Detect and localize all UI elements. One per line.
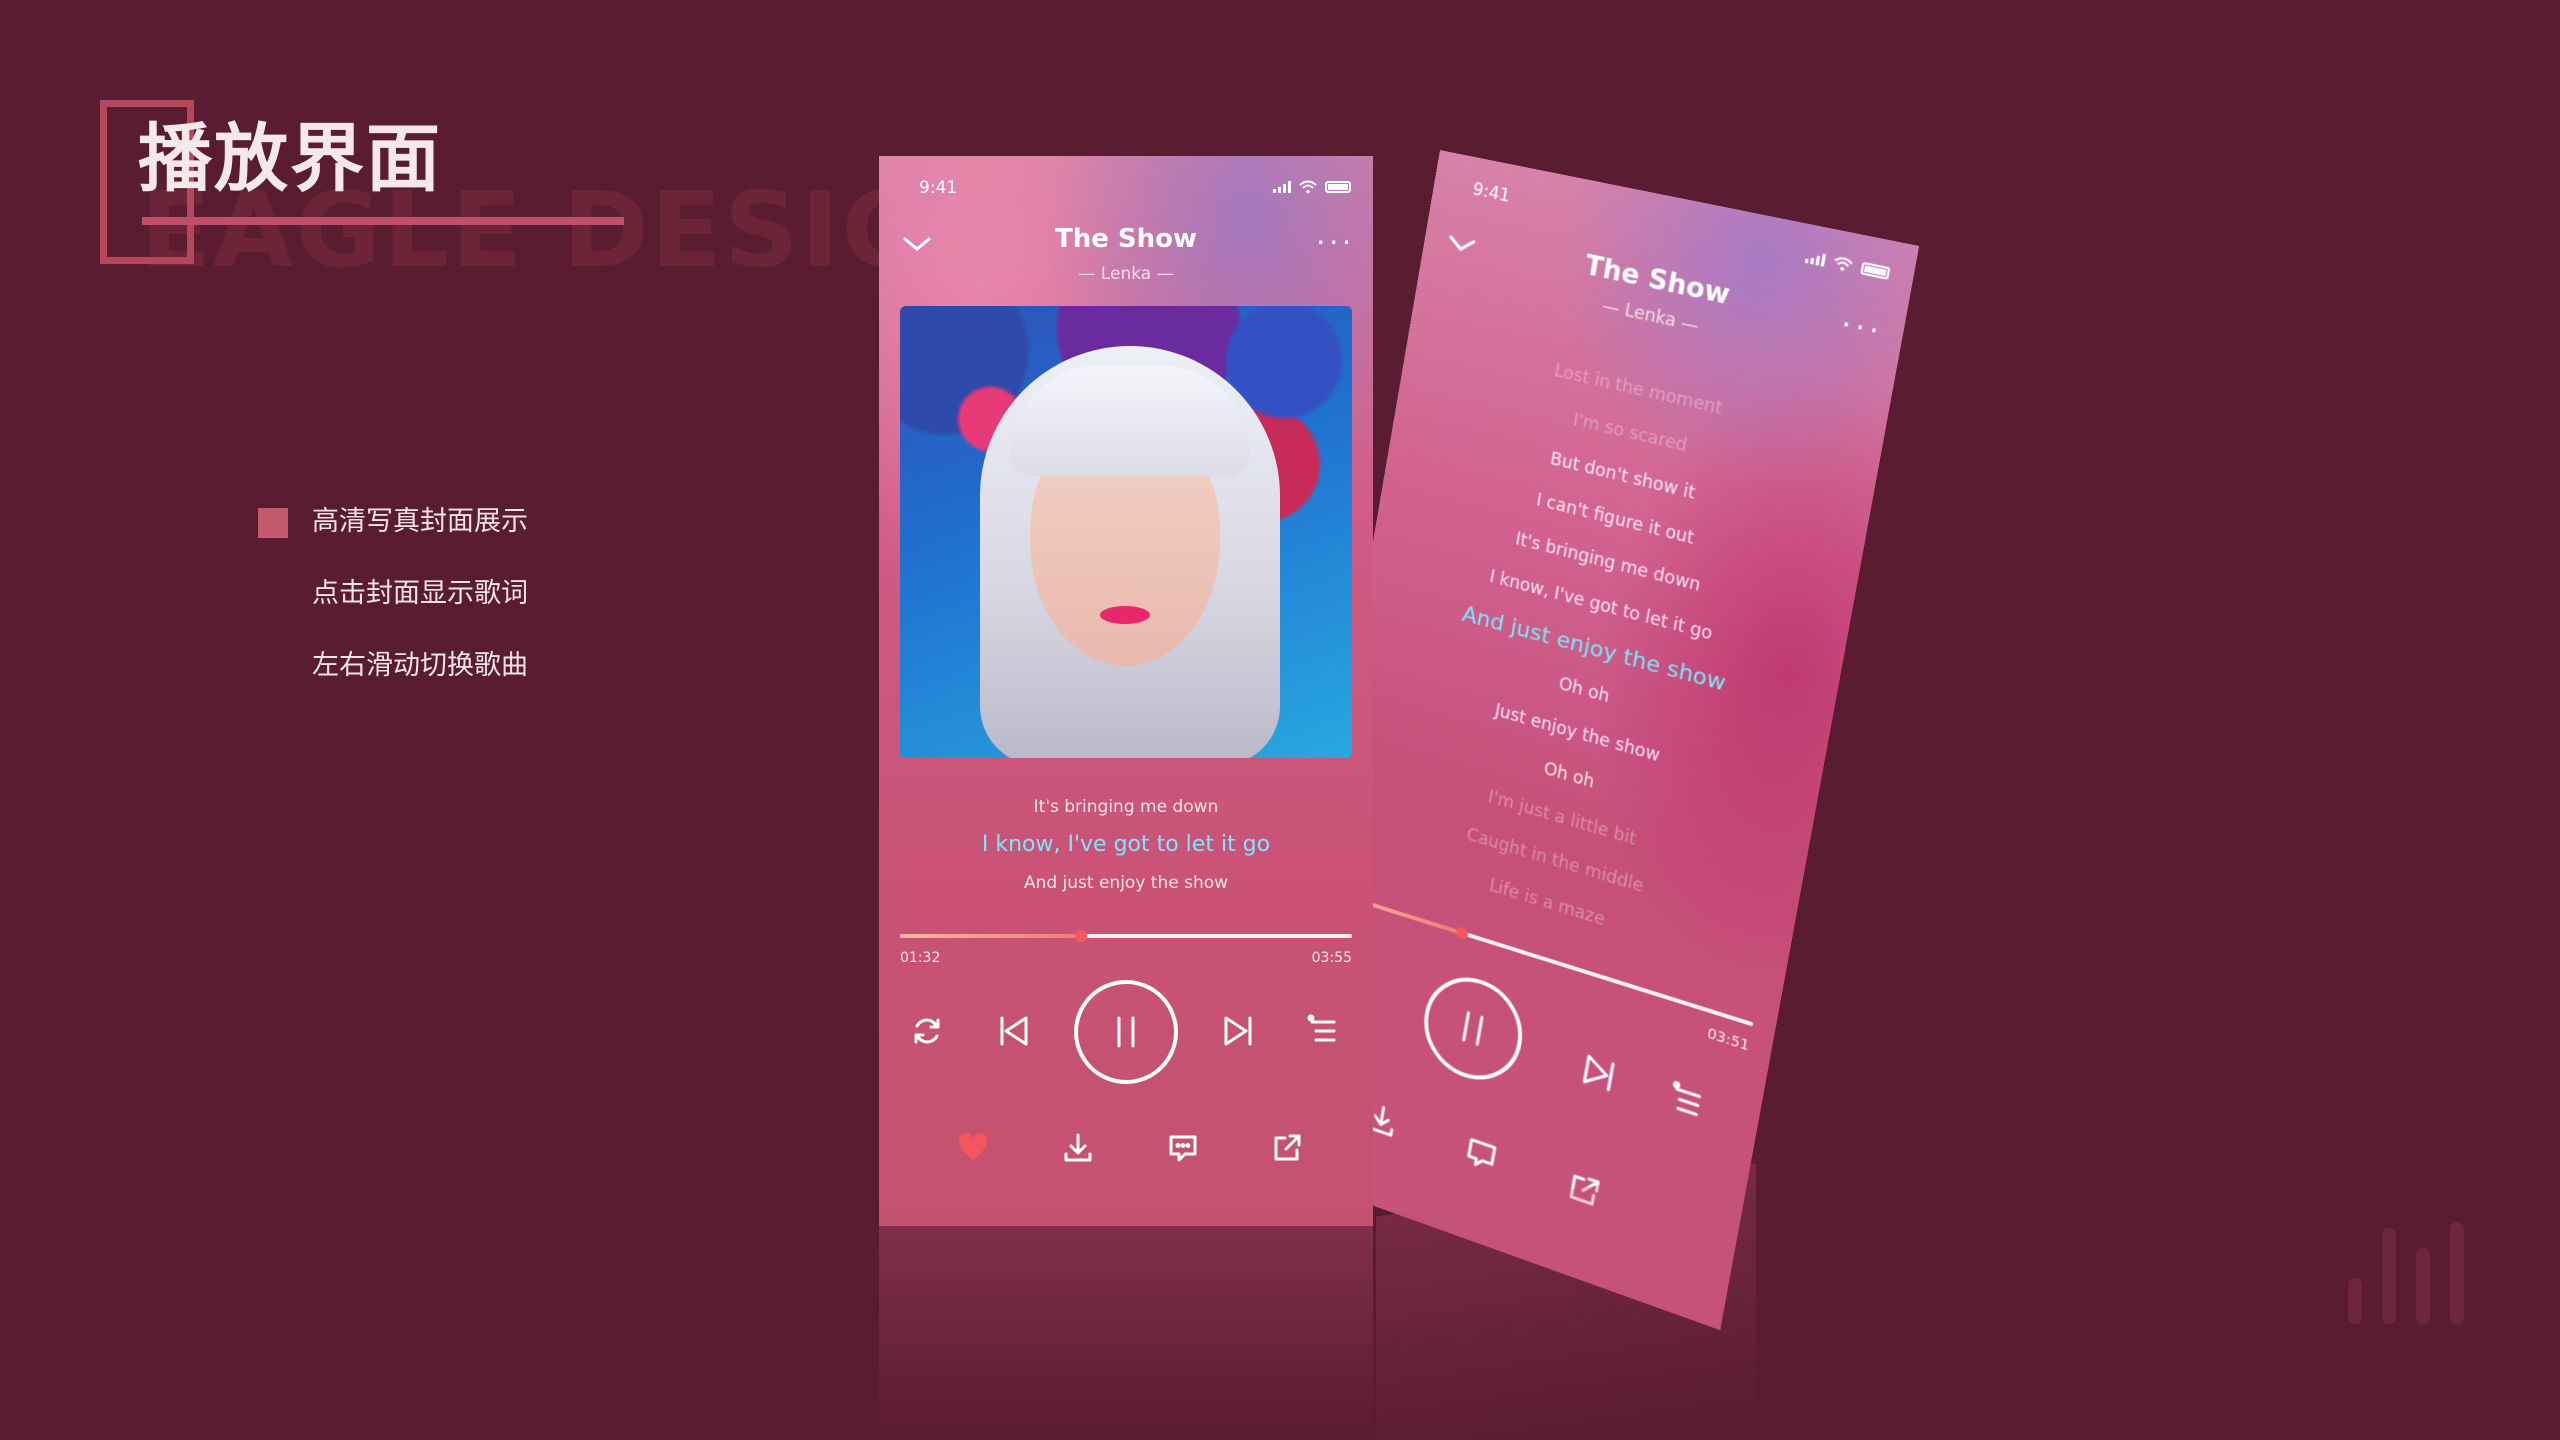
share-icon bbox=[1271, 1132, 1303, 1164]
next-icon bbox=[1220, 1012, 1258, 1050]
battery-icon bbox=[1860, 262, 1890, 280]
feature-item: 左右滑动切换歌曲 bbox=[258, 648, 528, 720]
download-button[interactable] bbox=[1056, 1126, 1100, 1170]
player-phone-screen: 9:41 The Show — Lenka — ··· It's bringin… bbox=[879, 156, 1373, 1226]
feature-text: 左右滑动切换歌曲 bbox=[312, 650, 528, 681]
pause-icon bbox=[1106, 1012, 1146, 1052]
lyrics-list[interactable]: Lost in the moment I'm so scared But don… bbox=[1319, 317, 1886, 998]
previous-icon bbox=[994, 1012, 1032, 1050]
pause-button[interactable] bbox=[1074, 980, 1178, 1084]
share-button[interactable] bbox=[1265, 1126, 1309, 1170]
playlist-icon bbox=[1306, 1014, 1340, 1048]
progress-knob[interactable] bbox=[1455, 925, 1469, 940]
heart-icon bbox=[957, 1132, 989, 1164]
next-button[interactable] bbox=[1214, 1006, 1264, 1056]
wifi-icon bbox=[1832, 255, 1854, 274]
progress-knob[interactable] bbox=[1075, 930, 1087, 942]
comment-button[interactable] bbox=[1456, 1126, 1506, 1183]
title-underline bbox=[142, 217, 624, 225]
next-button[interactable] bbox=[1570, 1041, 1629, 1107]
current-time: 01:32 bbox=[900, 950, 940, 966]
feature-text: 高清写真封面展示 bbox=[312, 506, 528, 537]
bullet-square bbox=[258, 508, 288, 538]
comment-icon bbox=[1167, 1132, 1199, 1164]
status-time: 9:41 bbox=[1471, 179, 1511, 206]
feature-list: 高清写真封面展示 点击封面显示歌词 左右滑动切换歌曲 bbox=[258, 504, 528, 720]
more-dots-icon[interactable]: ··· bbox=[1316, 238, 1355, 248]
like-button[interactable] bbox=[951, 1126, 995, 1170]
previous-button[interactable] bbox=[988, 1006, 1038, 1056]
progress-fill bbox=[900, 934, 1081, 938]
loop-icon bbox=[910, 1014, 944, 1048]
next-icon bbox=[1577, 1048, 1622, 1098]
loop-button[interactable] bbox=[904, 1008, 950, 1054]
pause-button[interactable] bbox=[1417, 965, 1530, 1093]
phone-reflection bbox=[879, 1226, 1373, 1440]
cover-bangs bbox=[1010, 366, 1250, 476]
pause-icon bbox=[1450, 1003, 1495, 1054]
comment-icon bbox=[1463, 1134, 1499, 1176]
status-time: 9:41 bbox=[919, 178, 957, 198]
comment-button[interactable] bbox=[1161, 1126, 1205, 1170]
signal-icon bbox=[1273, 181, 1291, 193]
playlist-button[interactable] bbox=[1300, 1008, 1346, 1054]
status-bar: 9:41 bbox=[919, 178, 1351, 208]
lyric-line: It's bringing me down bbox=[879, 788, 1373, 826]
lyric-line-active: I know, I've got to let it go bbox=[879, 826, 1373, 864]
more-dots-icon[interactable]: ··· bbox=[1840, 319, 1883, 338]
feature-item: 点击封面显示歌词 bbox=[258, 576, 528, 648]
song-title: The Show bbox=[879, 224, 1373, 254]
signal-icon bbox=[1805, 250, 1826, 266]
download-icon bbox=[1062, 1132, 1094, 1164]
duration-time: 03:55 bbox=[1312, 950, 1352, 966]
lyrics-preview[interactable]: It's bringing me down I know, I've got t… bbox=[879, 788, 1373, 902]
playlist-icon bbox=[1666, 1079, 1707, 1124]
duration-time: 03:51 bbox=[1706, 1025, 1751, 1054]
cover-lip bbox=[1100, 606, 1150, 624]
lyric-line: And just enjoy the show bbox=[879, 864, 1373, 902]
battery-icon bbox=[1325, 181, 1351, 193]
song-artist: — Lenka — bbox=[879, 264, 1373, 284]
wifi-icon bbox=[1299, 180, 1317, 194]
slide-title: 播放界面 bbox=[138, 122, 442, 196]
album-cover[interactable] bbox=[900, 306, 1352, 758]
progress-bar[interactable] bbox=[900, 934, 1352, 938]
feature-item: 高清写真封面展示 bbox=[258, 504, 528, 576]
playlist-button[interactable] bbox=[1657, 1069, 1717, 1136]
feature-text: 点击封面显示歌词 bbox=[312, 578, 528, 609]
equalizer-decoration-icon bbox=[2348, 1222, 2464, 1324]
